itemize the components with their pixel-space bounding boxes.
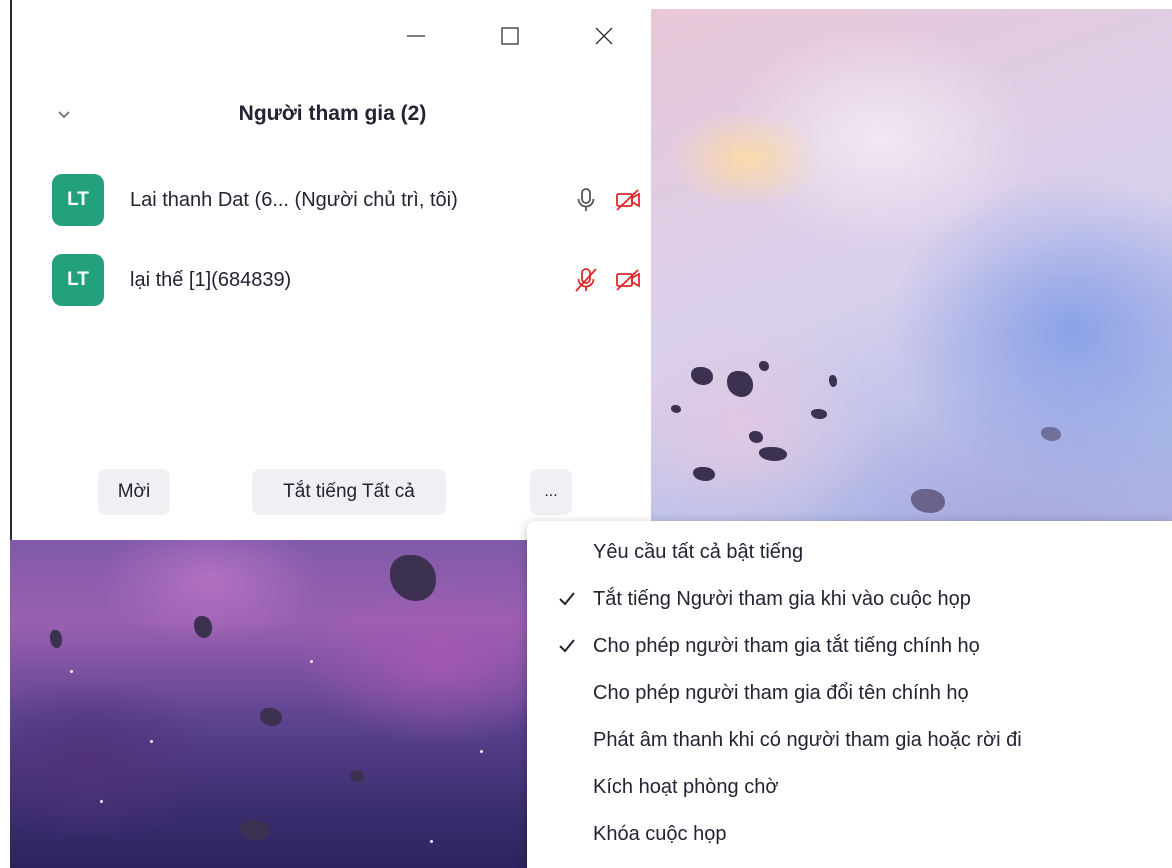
- more-options-button[interactable]: ...: [530, 469, 572, 515]
- participant-name: lại thế [1](684839): [130, 268, 292, 291]
- asteroid: [759, 361, 769, 371]
- asteroid: [829, 375, 837, 387]
- menu-item-label: Tắt tiếng Người tham gia khi vào cuộc họ…: [593, 587, 971, 610]
- menu-item-mute-on-entry[interactable]: Tắt tiếng Người tham gia khi vào cuộc họ…: [527, 576, 1172, 622]
- asteroid: [260, 708, 282, 726]
- asteroid: [811, 409, 827, 419]
- checkmark-icon: [557, 589, 577, 609]
- video-off-icon[interactable]: [614, 186, 642, 214]
- invite-button[interactable]: Mời: [98, 469, 170, 515]
- panel-header: Người tham gia (2): [12, 94, 653, 134]
- menu-item-allow-self-unmute[interactable]: Cho phép người tham gia tắt tiếng chính …: [527, 623, 1172, 669]
- menu-item-allow-rename[interactable]: Cho phép người tham gia đổi tên chính họ: [527, 670, 1172, 716]
- star: [310, 660, 313, 663]
- menu-item-lock-meeting[interactable]: Khóa cuộc họp: [527, 811, 1172, 857]
- star: [100, 800, 103, 803]
- menu-item-label: Cho phép người tham gia đổi tên chính họ: [593, 681, 969, 704]
- participant-status-icons: [572, 266, 642, 294]
- participants-panel: Người tham gia (2) LT Lai thanh Dat (6..…: [10, 0, 651, 540]
- menu-item-label: Phát âm thanh khi có người tham gia hoặc…: [593, 728, 1022, 751]
- microphone-muted-icon[interactable]: [572, 266, 600, 294]
- asteroid: [759, 447, 787, 461]
- window-controls: [369, 18, 651, 54]
- checkmark-icon: [557, 636, 577, 656]
- maximize-button[interactable]: [463, 18, 557, 54]
- microphone-icon[interactable]: [572, 186, 600, 214]
- participant-status-icons: [572, 186, 642, 214]
- star: [70, 670, 73, 673]
- more-options-menu: Yêu cầu tất cả bật tiếng Tắt tiếng Người…: [527, 521, 1172, 868]
- asteroid: [350, 770, 364, 782]
- video-off-icon[interactable]: [614, 266, 642, 294]
- close-button[interactable]: [557, 18, 651, 54]
- asteroid: [390, 555, 436, 601]
- minimize-button[interactable]: [369, 18, 463, 54]
- asteroid: [749, 431, 763, 443]
- star: [430, 840, 433, 843]
- avatar: LT: [52, 174, 104, 226]
- close-icon: [594, 26, 614, 46]
- asteroid: [693, 467, 715, 481]
- menu-item-label: Khóa cuộc họp: [593, 822, 727, 845]
- star: [480, 750, 483, 753]
- menu-item-waiting-room[interactable]: Kích hoạt phòng chờ: [527, 764, 1172, 810]
- asteroid: [240, 820, 270, 840]
- asteroid: [194, 616, 212, 638]
- minimize-icon: [406, 26, 426, 46]
- chevron-down-icon[interactable]: [54, 104, 74, 124]
- asteroid: [671, 405, 681, 413]
- participant-name: Lai thanh Dat (6... (Người chủ trì, tôi): [130, 188, 458, 211]
- menu-item-ask-all-unmute[interactable]: Yêu cầu tất cả bật tiếng: [527, 529, 1172, 575]
- asteroid: [911, 489, 945, 513]
- participant-row[interactable]: LT lại thế [1](684839): [52, 252, 642, 308]
- maximize-icon: [500, 26, 520, 46]
- asteroid: [50, 630, 62, 648]
- panel-title: Người tham gia (2): [238, 102, 427, 125]
- menu-item-label: Cho phép người tham gia tắt tiếng chính …: [593, 634, 980, 657]
- asteroid: [1041, 427, 1061, 441]
- asteroid: [727, 371, 753, 397]
- avatar: LT: [52, 254, 104, 306]
- menu-item-label: Kích hoạt phòng chờ: [593, 775, 779, 798]
- menu-item-label: Yêu cầu tất cả bật tiếng: [593, 540, 804, 563]
- star: [150, 740, 153, 743]
- menu-item-chime[interactable]: Phát âm thanh khi có người tham gia hoặc…: [527, 717, 1172, 763]
- participant-row[interactable]: LT Lai thanh Dat (6... (Người chủ trì, t…: [52, 172, 642, 228]
- mute-all-button[interactable]: Tắt tiếng Tất cả: [252, 469, 446, 515]
- asteroid: [691, 367, 713, 385]
